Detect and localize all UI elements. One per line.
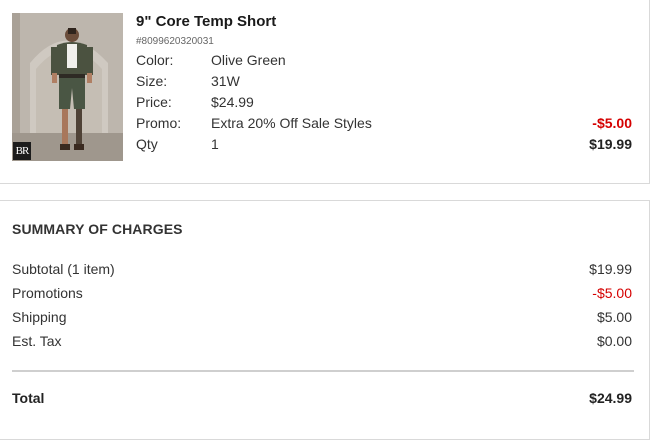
attr-value: Extra 20% Off Sale Styles [211,115,372,131]
summary-value: $19.99 [589,261,632,277]
total-value: $24.99 [589,390,632,406]
summary-label: Est. Tax [12,333,62,349]
product-sku: #8099620320031 [136,36,214,47]
summary-label: Promotions [12,285,83,301]
attr-value: 31W [211,73,240,89]
total-label: Total [12,390,45,406]
attr-value: $24.99 [211,94,254,110]
attr-label: Size: [136,73,168,89]
brand-logo-badge: BR [13,142,31,160]
attr-label: Color: [136,52,174,68]
attr-label: Promo: [136,115,182,131]
summary-value: $0.00 [596,333,632,349]
summary-label: Shipping [12,309,67,325]
attr-value: 1 [211,136,219,152]
cart-item-card: BR 9" Core Temp Short #8099620320031 Col… [0,0,650,184]
summary-title: SUMMARY OF CHARGES [12,221,183,237]
attr-value: Olive Green [211,52,286,68]
product-title[interactable]: 9" Core Temp Short [136,13,276,30]
product-image[interactable]: BR [12,13,123,161]
attr-label: Price: [136,94,172,110]
summary-value: -$5.00 [592,285,632,301]
summary-divider [12,370,634,372]
line-item-price: $19.99 [589,136,632,152]
summary-label: Subtotal (1 item) [12,261,115,277]
promo-discount-amount: -$5.00 [592,115,632,131]
summary-of-charges-card: SUMMARY OF CHARGES Subtotal (1 item) $19… [0,200,650,440]
product-photo-illustration [12,13,123,161]
attr-label: Qty [136,136,158,152]
summary-value: $5.00 [596,309,632,325]
